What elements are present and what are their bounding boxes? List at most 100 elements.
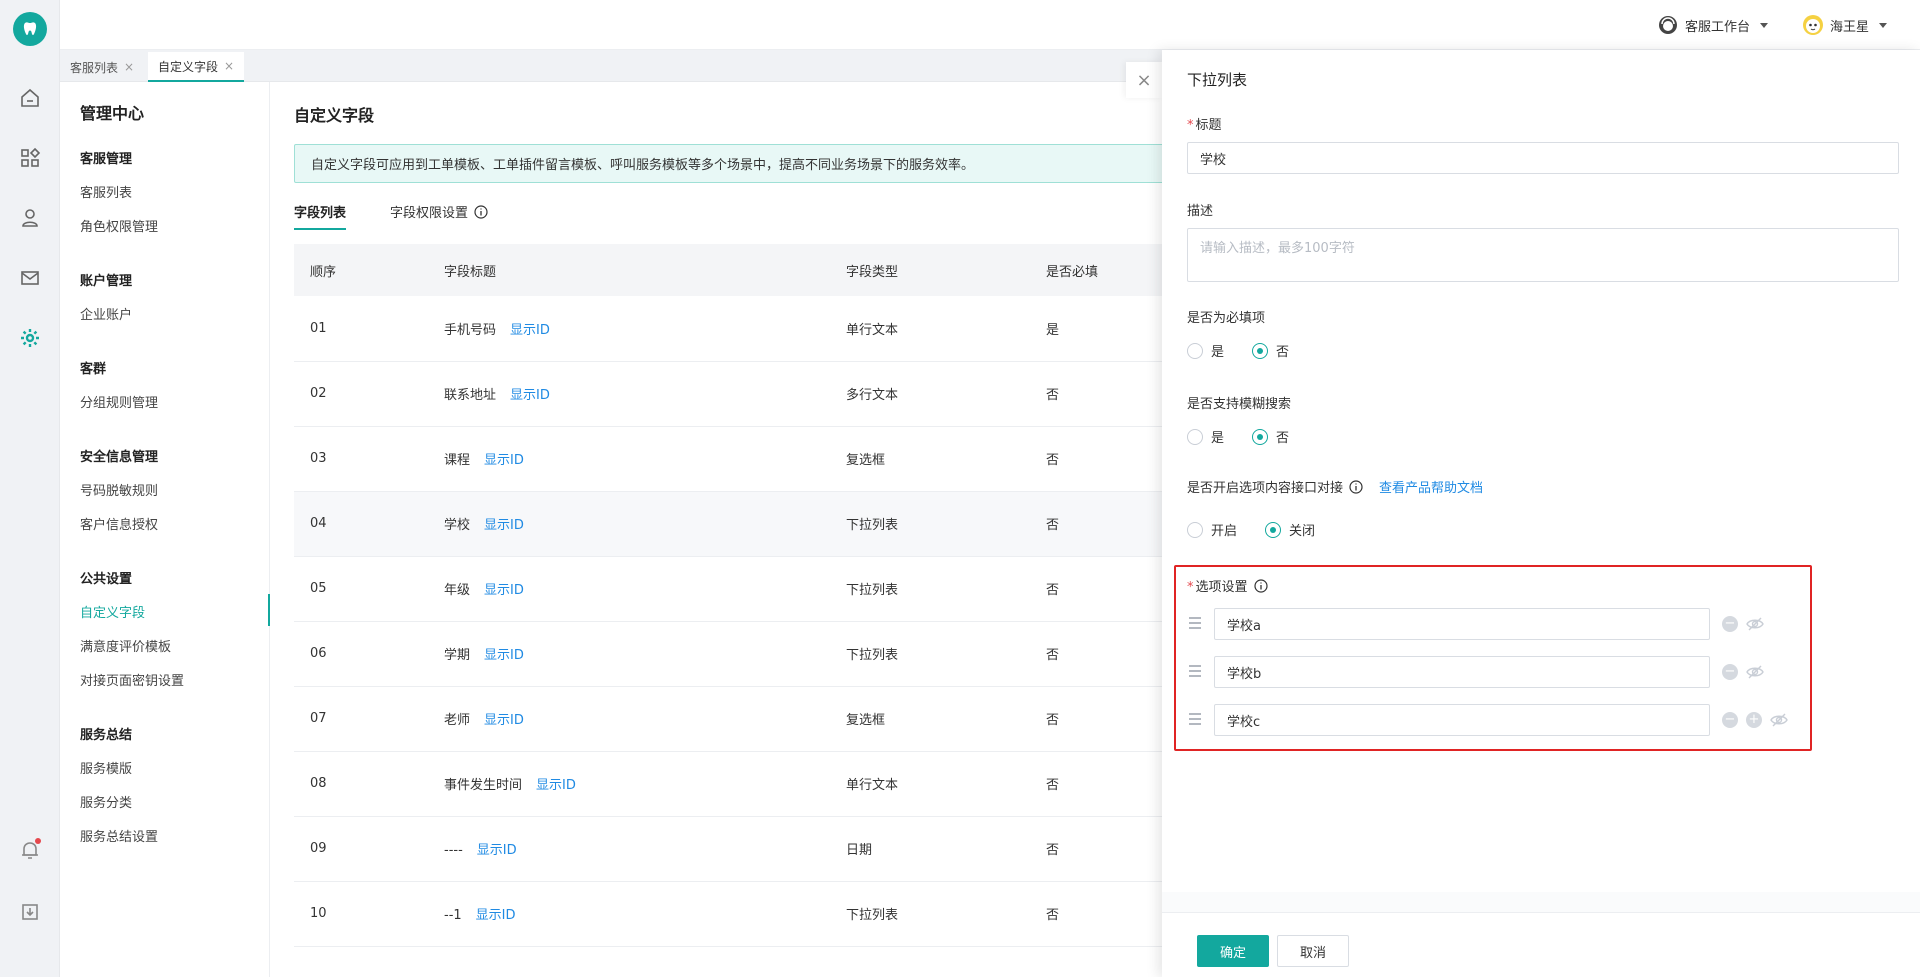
column-header: 字段类型 <box>846 244 1046 296</box>
tab-custom-fields[interactable]: 自定义字段 × <box>148 52 245 82</box>
menu-item-service-list[interactable]: 客服列表 <box>80 182 132 201</box>
option-input[interactable]: 学校a <box>1214 608 1710 640</box>
cancel-button[interactable]: 取消 <box>1277 935 1349 967</box>
close-icon[interactable]: × <box>224 59 234 73</box>
cell-title: 老师 显示ID <box>444 686 846 752</box>
drag-handle-icon[interactable] <box>1189 665 1201 679</box>
cell-title: 年级 显示ID <box>444 556 846 622</box>
required-yes-radio[interactable]: 是 <box>1187 341 1224 360</box>
show-id-link[interactable]: 显示ID <box>484 648 524 663</box>
eye-off-icon[interactable] <box>1746 616 1764 632</box>
info-icon[interactable] <box>1349 479 1363 494</box>
api-integration-label: 是否开启选项内容接口对接 查看产品帮助文档 <box>1187 477 1483 496</box>
apps-grid-icon[interactable] <box>18 146 42 170</box>
menu-group-title: 客服管理 <box>80 152 133 167</box>
show-id-link[interactable]: 显示ID <box>510 323 550 338</box>
menu-item-page-key-settings[interactable]: 对接页面密钥设置 <box>80 670 184 689</box>
title-input[interactable]: 学校 <box>1187 142 1899 174</box>
radio-circle-checked <box>1252 428 1269 445</box>
menu-item-service-category[interactable]: 服务分类 <box>80 792 132 811</box>
cell-title: --1 显示ID <box>444 881 846 947</box>
tab-field-list[interactable]: 字段列表 <box>294 202 347 230</box>
eye-off-icon[interactable] <box>1770 712 1788 728</box>
drawer-footer: 确定 取消 <box>1162 912 1920 977</box>
field-title: 学期 <box>444 648 471 663</box>
fuzzy-yes-radio[interactable]: 是 <box>1187 427 1224 446</box>
add-option-icon[interactable]: + <box>1746 712 1762 728</box>
user-menu[interactable]: 海王星 <box>1802 13 1888 37</box>
cell-order: 07 <box>294 686 444 752</box>
show-id-link[interactable]: 显示ID <box>510 388 550 403</box>
column-header: 顺序 <box>294 244 444 296</box>
customer-icon[interactable] <box>18 206 42 230</box>
show-id-link[interactable]: 显示ID <box>484 583 524 598</box>
menu-item-group-rules[interactable]: 分组规则管理 <box>80 392 158 411</box>
radio-label: 关闭 <box>1289 524 1316 539</box>
option-value: 学校b <box>1227 666 1262 682</box>
drag-handle-icon[interactable] <box>1189 713 1201 727</box>
footer-separator <box>1162 892 1920 912</box>
fuzzy-search-label: 是否支持模糊搜索 <box>1187 397 1292 412</box>
tab-customer-service-list[interactable]: 客服列表 × <box>60 52 144 82</box>
workspace-menu[interactable]: 客服工作台 <box>1657 13 1769 37</box>
menu-item-enterprise-account[interactable]: 企业账户 <box>80 304 132 323</box>
help-doc-link[interactable]: 查看产品帮助文档 <box>1379 477 1483 496</box>
confirm-button[interactable]: 确定 <box>1197 935 1269 967</box>
download-icon[interactable] <box>18 900 42 924</box>
tab-field-permissions[interactable]: 字段权限设置 <box>390 202 488 221</box>
notification-bell-icon[interactable] <box>18 838 42 862</box>
home-icon[interactable] <box>18 86 42 110</box>
show-id-link[interactable]: 显示ID <box>484 518 524 533</box>
headset-icon <box>1659 16 1677 34</box>
remove-option-icon[interactable]: − <box>1722 616 1738 632</box>
drawer-title: 下拉列表 <box>1187 71 1248 89</box>
cell-title: 学校 显示ID <box>444 491 846 557</box>
menu-item-number-masking[interactable]: 号码脱敏规则 <box>80 480 158 499</box>
required-no-radio[interactable]: 否 <box>1252 341 1289 360</box>
eye-off-icon[interactable] <box>1746 664 1764 680</box>
remove-option-icon[interactable]: − <box>1722 664 1738 680</box>
option-row: 学校a − <box>1187 608 1807 640</box>
cell-title: 手机号码 显示ID <box>444 296 846 362</box>
close-icon[interactable]: × <box>124 60 134 74</box>
show-id-link[interactable]: 显示ID <box>536 778 576 793</box>
mail-icon[interactable] <box>18 266 42 290</box>
api-on-radio[interactable]: 开启 <box>1187 520 1237 539</box>
show-id-link[interactable]: 显示ID <box>476 908 516 923</box>
user-name: 海王星 <box>1830 19 1870 35</box>
top-bar: 客服工作台 海王星 <box>60 0 1920 50</box>
menu-item-service-template[interactable]: 服务模版 <box>80 758 132 777</box>
cell-order: 08 <box>294 751 444 817</box>
options-settings-label: * 选项设置 <box>1187 576 1268 595</box>
menu-item-customer-info-auth[interactable]: 客户信息授权 <box>80 514 158 533</box>
fuzzy-no-radio[interactable]: 否 <box>1252 427 1289 446</box>
drag-handle-icon[interactable] <box>1189 617 1201 631</box>
avatar <box>1803 15 1823 35</box>
field-title: 联系地址 <box>444 388 497 403</box>
show-id-link[interactable]: 显示ID <box>477 843 517 858</box>
radio-circle-checked <box>1265 521 1282 538</box>
menu-item-satisfaction-template[interactable]: 满意度评价模板 <box>80 636 171 655</box>
menu-item-role-permissions[interactable]: 角色权限管理 <box>80 216 158 235</box>
radio-label: 开启 <box>1211 524 1238 539</box>
cell-order: 01 <box>294 296 444 362</box>
option-input[interactable]: 学校b <box>1214 656 1710 688</box>
radio-label: 否 <box>1276 431 1290 446</box>
cell-order: 09 <box>294 816 444 882</box>
show-id-link[interactable]: 显示ID <box>484 453 524 468</box>
show-id-link[interactable]: 显示ID <box>484 713 524 728</box>
api-off-radio[interactable]: 关闭 <box>1265 520 1315 539</box>
settings-gear-icon[interactable] <box>18 326 42 350</box>
menu-item-custom-fields[interactable]: 自定义字段 <box>80 602 145 621</box>
app-logo-icon[interactable] <box>13 12 47 46</box>
option-input[interactable]: 学校c <box>1214 704 1710 736</box>
drawer-close-button[interactable]: × <box>1126 62 1162 98</box>
info-icon[interactable] <box>474 204 488 219</box>
cell-type: 复选框 <box>846 686 1046 752</box>
description-textarea[interactable]: 请输入描述，最多100字符 <box>1187 228 1899 282</box>
remove-option-icon[interactable]: − <box>1722 712 1738 728</box>
info-icon[interactable] <box>1253 578 1268 593</box>
menu-group-title: 安全信息管理 <box>80 450 159 465</box>
field-title: 课程 <box>444 453 471 468</box>
menu-item-service-summary-settings[interactable]: 服务总结设置 <box>80 826 158 845</box>
